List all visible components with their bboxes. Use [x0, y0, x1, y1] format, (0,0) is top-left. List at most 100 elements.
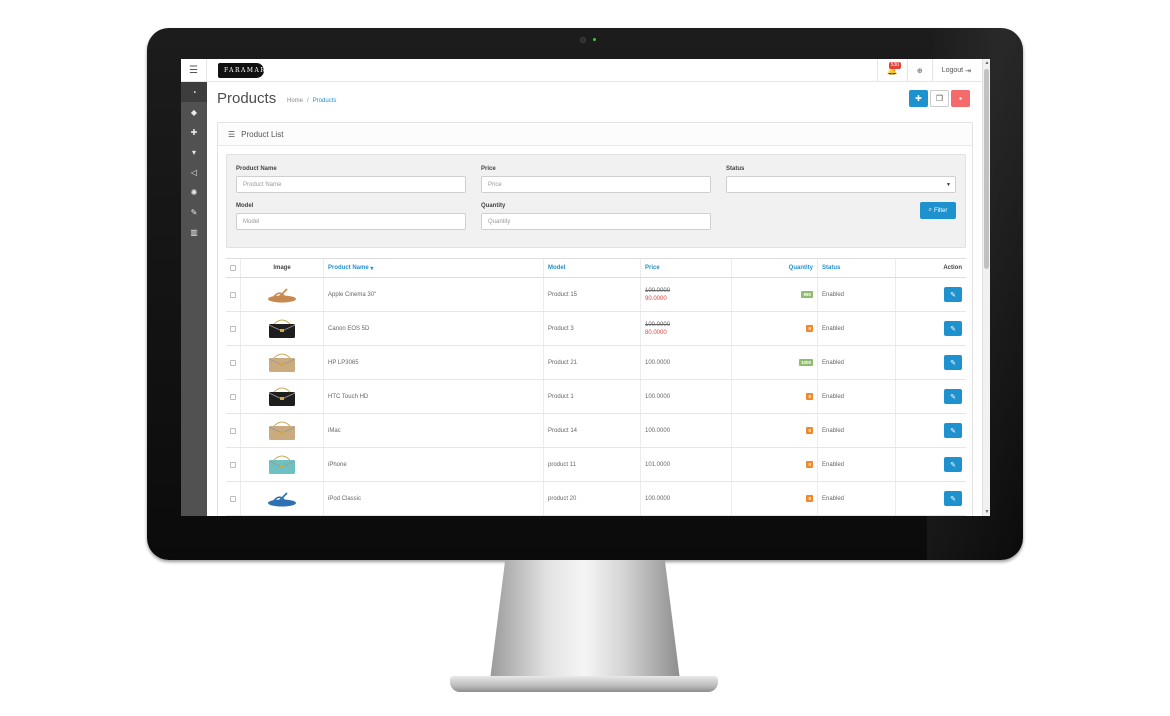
scroll-down-arrow-icon[interactable]: ▼: [983, 508, 990, 516]
sidebar-nav: ◔ ◆ ✚ ▾ ◁ ✺ ✎ ▥: [181, 82, 207, 516]
row-checkbox[interactable]: [230, 359, 236, 366]
row-checkbox[interactable]: [230, 291, 236, 298]
logout-link[interactable]: Logout ⇥: [931, 59, 980, 82]
pencil-icon: ✎: [950, 291, 956, 299]
select-all-checkbox[interactable]: [230, 265, 236, 271]
add-new-button[interactable]: ✚: [909, 90, 928, 107]
scroll-thumb[interactable]: [984, 69, 989, 269]
quantity-badge: 0: [806, 427, 813, 434]
page-scrollbar[interactable]: ▲ ▼: [982, 59, 990, 516]
price-input[interactable]: Price: [481, 176, 711, 193]
row-checkbox[interactable]: [230, 393, 236, 400]
quantity-input[interactable]: Quantity: [481, 213, 711, 230]
row-checkbox[interactable]: [230, 461, 236, 468]
sidebar-item-dashboard[interactable]: ◔: [181, 82, 207, 102]
product-name-input[interactable]: Product Name: [236, 176, 466, 193]
product-list-panel: ☰ Product List Product Name Product Name…: [217, 122, 973, 516]
pencil-icon: ✎: [950, 461, 956, 469]
copy-button[interactable]: ❐: [930, 90, 949, 107]
quantity-badge: 0: [806, 325, 813, 332]
quantity-label: Quantity: [481, 203, 506, 209]
top-header: ☰ FARAMAR 🔔 530 ⊕ Logout ⇥: [181, 59, 990, 82]
col-quantity[interactable]: Quantity: [732, 259, 818, 277]
product-name-label: Product Name: [236, 166, 277, 172]
action-cell: ✎: [896, 414, 966, 447]
edit-button[interactable]: ✎: [944, 457, 962, 472]
webcam-icon: [580, 37, 586, 43]
col-product-name-label: Product Name: [328, 265, 369, 271]
sidebar-item-marketing[interactable]: ◁: [181, 162, 207, 182]
help-button[interactable]: ⊕: [906, 59, 932, 82]
edit-button[interactable]: ✎: [944, 423, 962, 438]
quantity-badge: 0: [806, 393, 813, 400]
price-label: Price: [481, 166, 496, 172]
col-product-name[interactable]: Product Name ▾: [324, 259, 544, 277]
row-select-cell: [226, 380, 241, 413]
sidebar-item-system[interactable]: ✺: [181, 182, 207, 202]
price-cell: 100.0000: [641, 346, 732, 379]
price-cell: 100.0000 90.0000: [641, 278, 732, 311]
menu-toggle-button[interactable]: ☰: [181, 59, 207, 82]
model-input[interactable]: Model: [236, 213, 466, 230]
edit-button[interactable]: ✎: [944, 389, 962, 404]
monitor-base: [450, 676, 718, 692]
select-all-cell: [226, 259, 241, 277]
col-status[interactable]: Status: [818, 259, 896, 277]
product-image-cell: [241, 312, 324, 345]
caret-down-icon: ▼: [946, 181, 951, 188]
table-header-row: Image Product Name ▾ Model Price Quantit…: [226, 259, 966, 278]
panel-title: Product List: [241, 129, 284, 139]
sandal-thumbnail: [268, 287, 296, 302]
sidebar-item-extensions[interactable]: ✚: [181, 122, 207, 142]
dashboard-icon: ◔: [191, 87, 197, 97]
filter-button[interactable]: ⌕ Filter: [920, 202, 956, 219]
sidebar-item-tools[interactable]: ✎: [181, 202, 207, 222]
product-name-cell: Apple Cinema 30": [324, 278, 544, 311]
price-cell: 101.0000: [641, 448, 732, 481]
status-label: Status: [726, 166, 745, 172]
row-checkbox[interactable]: [230, 495, 236, 502]
col-price[interactable]: Price: [641, 259, 732, 277]
quantity-cell: 0: [732, 380, 818, 413]
row-checkbox[interactable]: [230, 325, 236, 332]
edit-button[interactable]: ✎: [944, 491, 962, 506]
col-model[interactable]: Model: [544, 259, 641, 277]
row-select-cell: [226, 414, 241, 447]
row-checkbox[interactable]: [230, 427, 236, 434]
webcam-led: [593, 38, 596, 41]
handbag-thumbnail: [268, 455, 296, 474]
life-ring-icon: ⊕: [916, 67, 923, 75]
product-name-cell: HP LP3065: [324, 346, 544, 379]
scroll-up-arrow-icon[interactable]: ▲: [983, 59, 990, 67]
sidebar-item-reports[interactable]: ▥: [181, 222, 207, 242]
status-cell: Enabled: [818, 482, 896, 515]
sidebar-item-catalog[interactable]: ◆: [181, 102, 207, 122]
sidebar-item-sales[interactable]: ▾: [181, 142, 207, 162]
price-stack: 100.0000: [645, 428, 670, 434]
price-stack: 101.0000: [645, 462, 670, 468]
product-image-cell: [241, 448, 324, 481]
wrench-icon: ✎: [190, 207, 198, 217]
row-select-cell: [226, 312, 241, 345]
delete-button[interactable]: ▪: [951, 90, 970, 107]
product-image-cell: [241, 482, 324, 515]
search-icon: ⌕: [928, 207, 933, 213]
price-stack: 100.0000: [645, 496, 670, 502]
status-cell: Enabled: [818, 414, 896, 447]
edit-button[interactable]: ✎: [944, 355, 962, 370]
notifications-button[interactable]: 🔔 530: [876, 59, 907, 82]
status-select[interactable]: ▼: [726, 176, 956, 193]
col-action: Action: [943, 265, 962, 271]
tags-icon: ◆: [190, 107, 198, 117]
breadcrumb-home[interactable]: Home: [287, 98, 303, 104]
store-logo[interactable]: FARAMAR: [218, 63, 265, 78]
panel-heading: ☰ Product List: [218, 123, 972, 146]
product-image-cell: [241, 414, 324, 447]
breadcrumb-products[interactable]: Products: [313, 98, 337, 104]
price-cell: 100.0000 80.0000: [641, 312, 732, 345]
pencil-icon: ✎: [950, 359, 956, 367]
edit-button[interactable]: ✎: [944, 321, 962, 336]
handbag-thumbnail: [268, 353, 296, 372]
edit-button[interactable]: ✎: [944, 287, 962, 302]
share-icon: ◁: [190, 167, 198, 177]
